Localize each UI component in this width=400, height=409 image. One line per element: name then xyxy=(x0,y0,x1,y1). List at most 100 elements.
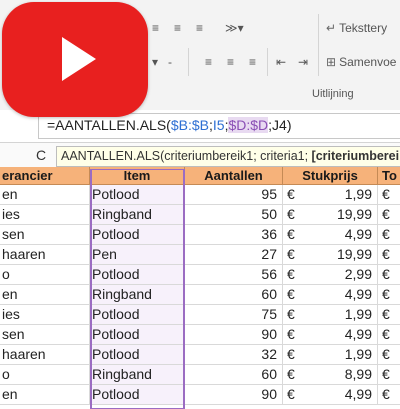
cell-item[interactable]: Potlood xyxy=(90,325,185,345)
cell-supplier[interactable]: ies xyxy=(0,205,90,225)
minus-icon[interactable]: - xyxy=(168,52,172,72)
cell-aantallen[interactable]: 95 xyxy=(185,185,283,205)
price-value: 1,99 xyxy=(344,306,372,322)
merge-icon: ⊞ xyxy=(326,55,337,69)
cell-item[interactable]: Pen xyxy=(90,245,185,265)
price-value: 19,99 xyxy=(336,246,372,262)
merge-button[interactable]: ⊞ Samenvoe xyxy=(326,52,396,72)
wrap-text-label: Teksttery xyxy=(339,21,388,35)
align-middle-icon[interactable]: ≡ xyxy=(174,18,181,38)
align-top-icon[interactable]: ≡ xyxy=(152,18,159,38)
cell-totaal[interactable]: € xyxy=(378,265,400,285)
header-item[interactable]: Item xyxy=(90,167,185,185)
price-value: 4,99 xyxy=(344,226,372,242)
cell-stukprijs[interactable]: €4,99 xyxy=(283,385,378,405)
cell-aantallen[interactable]: 60 xyxy=(185,365,283,385)
spreadsheet-grid: erancier Item Aantallen Stukprijs To en P… xyxy=(0,167,400,409)
cell-supplier[interactable]: en xyxy=(0,185,90,205)
cell-stukprijs[interactable]: €4,99 xyxy=(283,325,378,345)
cell-totaal[interactable]: € xyxy=(378,205,400,225)
price-value: 4,99 xyxy=(344,286,372,302)
cell-totaal[interactable]: € xyxy=(378,305,400,325)
cell-totaal[interactable]: € xyxy=(378,285,400,305)
cell-item[interactable]: Potlood xyxy=(90,225,185,245)
column-letter-c[interactable]: C xyxy=(36,147,46,163)
currency-symbol: € xyxy=(287,226,295,242)
cell-aantallen[interactable]: 50 xyxy=(185,205,283,225)
header-stukprijs[interactable]: Stukprijs xyxy=(283,167,378,185)
function-current-arg: [criteriumbereik2 xyxy=(311,149,400,163)
formula-prefix: =AANTALLEN.ALS( xyxy=(47,117,171,133)
cell-totaal[interactable]: € xyxy=(378,385,400,405)
cell-supplier[interactable]: en xyxy=(0,285,90,305)
cell-aantallen[interactable]: 60 xyxy=(185,285,283,305)
cell-aantallen[interactable]: 75 xyxy=(185,305,283,325)
cell-aantallen[interactable]: 56 xyxy=(185,265,283,285)
currency-symbol: € xyxy=(287,266,295,282)
cell-item[interactable]: Ringband xyxy=(90,285,185,305)
cell-stukprijs[interactable]: €4,99 xyxy=(283,225,378,245)
cell-supplier[interactable]: en xyxy=(0,385,90,405)
currency-symbol: € xyxy=(287,306,295,322)
align-left-icon[interactable]: ≡ xyxy=(205,52,212,72)
price-value: 4,99 xyxy=(344,386,372,402)
cell-item[interactable]: Ringband xyxy=(90,365,185,385)
cell-supplier[interactable]: ies xyxy=(0,305,90,325)
cell-totaal[interactable]: € xyxy=(378,245,400,265)
formula-ref-criteria-cell: I5 xyxy=(212,117,225,133)
cell-aantallen[interactable]: 90 xyxy=(185,385,283,405)
cell-stukprijs[interactable]: €2,99 xyxy=(283,265,378,285)
currency-symbol: € xyxy=(287,346,295,362)
decrease-indent-icon[interactable]: ⇤ xyxy=(276,52,286,72)
cell-supplier[interactable]: o xyxy=(0,365,90,385)
formula-ref-item-range: $B:$B xyxy=(170,117,209,133)
cell-supplier[interactable]: o xyxy=(0,265,90,285)
currency-symbol: € xyxy=(287,386,295,402)
cell-supplier[interactable]: haaren xyxy=(0,345,90,365)
cell-aantallen[interactable]: 32 xyxy=(185,345,283,365)
align-bottom-icon[interactable]: ≡ xyxy=(196,18,203,38)
wrap-text-button[interactable]: ↵ Teksttery xyxy=(326,18,387,38)
align-right-icon[interactable]: ≡ xyxy=(249,52,256,72)
youtube-logo-icon[interactable] xyxy=(2,2,148,117)
cell-item[interactable]: Ringband xyxy=(90,205,185,225)
formula-ref-range2: $D:$D xyxy=(228,117,269,133)
cell-item[interactable]: Potlood xyxy=(90,385,185,405)
cell-totaal[interactable]: € xyxy=(378,345,400,365)
cell-totaal[interactable]: € xyxy=(378,325,400,345)
header-totaal[interactable]: To xyxy=(378,167,400,185)
cell-stukprijs[interactable]: €19,99 xyxy=(283,205,378,225)
cell-stukprijs[interactable]: €19,99 xyxy=(283,245,378,265)
header-supplier[interactable]: erancier xyxy=(0,167,90,185)
cell-item[interactable]: Potlood xyxy=(90,345,185,365)
orientation-icon[interactable]: ≫▾ xyxy=(225,18,244,38)
cell-item[interactable]: Potlood xyxy=(90,265,185,285)
currency-symbol: € xyxy=(287,286,295,302)
cell-totaal[interactable]: € xyxy=(378,185,400,205)
price-value: 1,99 xyxy=(344,186,372,202)
font-dropdown-icon[interactable]: ▾ xyxy=(152,52,158,72)
align-center-icon[interactable]: ≡ xyxy=(227,52,234,72)
ribbon-divider xyxy=(318,14,319,76)
price-value: 8,99 xyxy=(344,366,372,382)
cell-aantallen[interactable]: 90 xyxy=(185,325,283,345)
cell-stukprijs[interactable]: €4,99 xyxy=(283,285,378,305)
cell-stukprijs[interactable]: €1,99 xyxy=(283,185,378,205)
cell-aantallen[interactable]: 36 xyxy=(185,225,283,245)
cell-stukprijs[interactable]: €8,99 xyxy=(283,365,378,385)
cell-item[interactable]: Potlood xyxy=(90,305,185,325)
cell-supplier[interactable]: sen xyxy=(0,225,90,245)
cell-totaal[interactable]: € xyxy=(378,365,400,385)
function-tooltip-text: AANTALLEN.ALS(criteriumbereik1; criteria… xyxy=(61,149,400,163)
increase-indent-icon[interactable]: ⇥ xyxy=(298,52,308,72)
cell-item[interactable]: Potlood xyxy=(90,185,185,205)
cell-supplier[interactable]: haaren xyxy=(0,245,90,265)
cell-totaal[interactable]: € xyxy=(378,225,400,245)
header-aantallen[interactable]: Aantallen xyxy=(185,167,283,185)
cell-stukprijs[interactable]: €1,99 xyxy=(283,345,378,365)
cell-stukprijs[interactable]: €1,99 xyxy=(283,305,378,325)
cell-supplier[interactable]: sen xyxy=(0,325,90,345)
currency-symbol: € xyxy=(287,326,295,342)
cell-aantallen[interactable]: 27 xyxy=(185,245,283,265)
formula-text[interactable]: =AANTALLEN.ALS($B:$B;I5;$D:$D;J4) xyxy=(47,116,292,134)
